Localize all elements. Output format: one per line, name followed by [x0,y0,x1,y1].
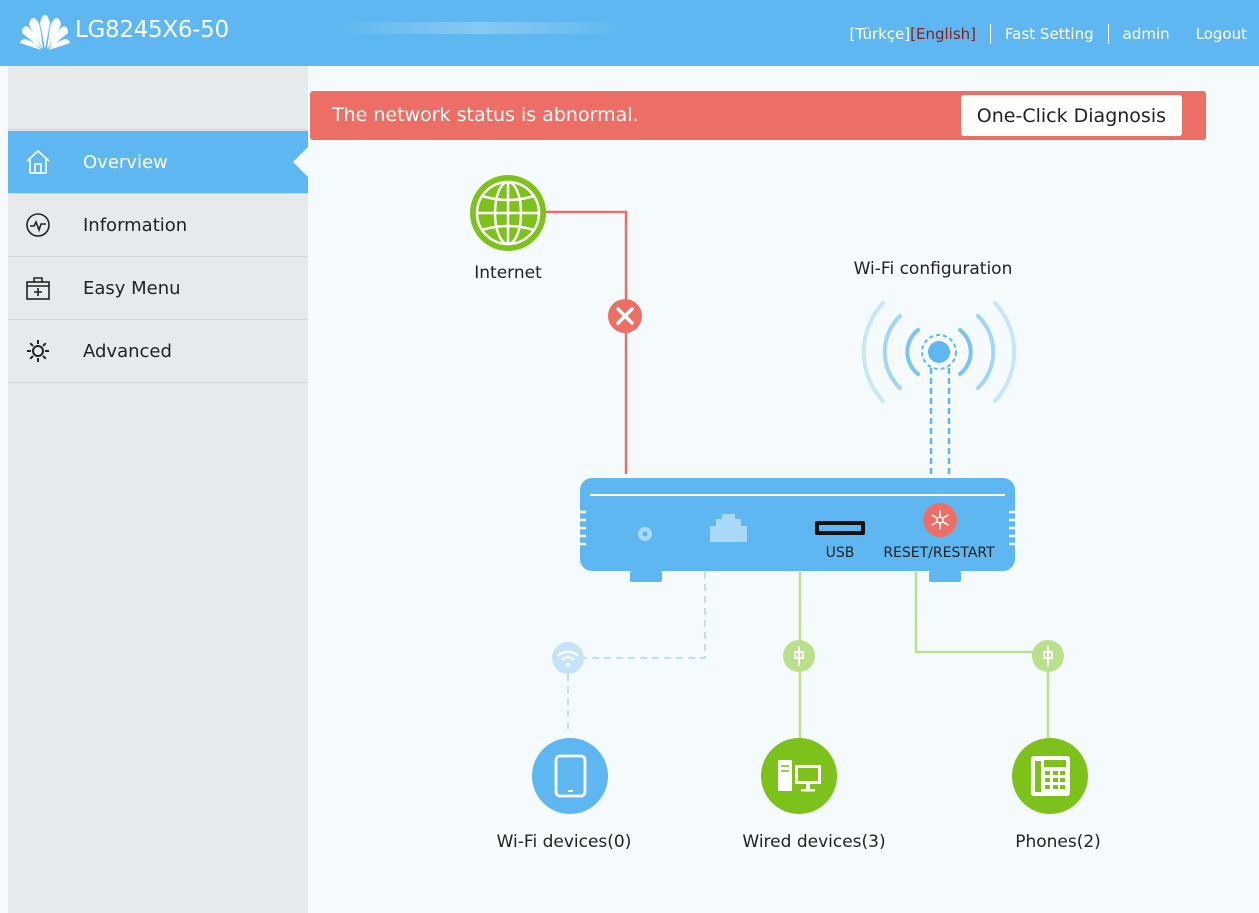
usb-label: USB [826,545,855,561]
huawei-logo-icon [20,15,70,50]
fast-setting-link[interactable]: Fast Setting [1005,25,1094,43]
phone-plug-icon [1032,640,1064,672]
wifi-devices-node[interactable] [532,738,608,814]
user-link[interactable]: admin [1123,25,1170,43]
internet-link-line [546,210,628,474]
connection-error-icon [608,299,642,333]
reset-button-icon[interactable] [923,503,957,537]
pulse-icon [23,210,53,240]
wifi-antenna-icon[interactable] [861,301,1017,476]
lang-english-link[interactable]: [English] [910,25,976,43]
wifi-devices-label: Wi-Fi devices(0) [497,832,632,852]
toolbox-icon [23,273,53,303]
sidebar: Overview Information Easy Menu Advanced [8,66,308,913]
phone-link-line [914,572,1050,739]
reset-restart-label: RESET/RESTART [883,545,995,561]
sidebar-item-label: Overview [83,151,168,173]
sidebar-item-information[interactable]: Information [8,194,308,257]
sidebar-item-label: Information [83,214,188,236]
header-decoration [330,22,630,34]
phones-label: Phones(2) [1015,832,1101,852]
wired-devices-label: Wired devices(3) [742,832,885,852]
nav-separator [1107,24,1109,44]
phones-node[interactable] [1012,738,1088,814]
sidebar-item-label: Advanced [83,340,172,362]
top-header: LG8245X6-50 [Türkçe] [English] Fast Sett… [0,0,1259,66]
network-topology-diagram: Internet Wi-Fi configuration USB RESET/R… [470,175,1101,852]
usb-port-icon [815,521,865,535]
logout-link[interactable]: Logout [1196,25,1247,43]
sidebar-item-easy-menu[interactable]: Easy Menu [8,257,308,320]
product-name: LG8245X6-50 [75,17,229,43]
sidebar-item-label: Easy Menu [83,277,181,299]
internet-label: Internet [474,263,542,283]
sidebar-divider [8,129,308,130]
wifi-configuration-label: Wi-Fi configuration [854,259,1013,279]
home-icon [23,147,53,177]
wifi-signal-icon [552,642,584,674]
main-content: The network status is abnormal. One-Clic… [308,66,1259,913]
wifi-link-line [584,572,706,659]
header-nav: [Türkçe] [English] Fast Setting admin Lo… [849,24,1247,44]
wired-devices-node[interactable] [761,738,837,814]
sidebar-menu: Overview Information Easy Menu Advanced [8,131,308,383]
lang-turkish-link[interactable]: [Türkçe] [849,25,910,43]
nav-separator [990,24,992,44]
internet-globe-icon[interactable] [470,175,546,251]
sidebar-item-advanced[interactable]: Advanced [8,320,308,383]
sidebar-item-overview[interactable]: Overview [8,131,308,194]
wired-plug-icon [783,640,815,672]
gear-icon [23,336,53,366]
active-indicator [293,147,308,177]
